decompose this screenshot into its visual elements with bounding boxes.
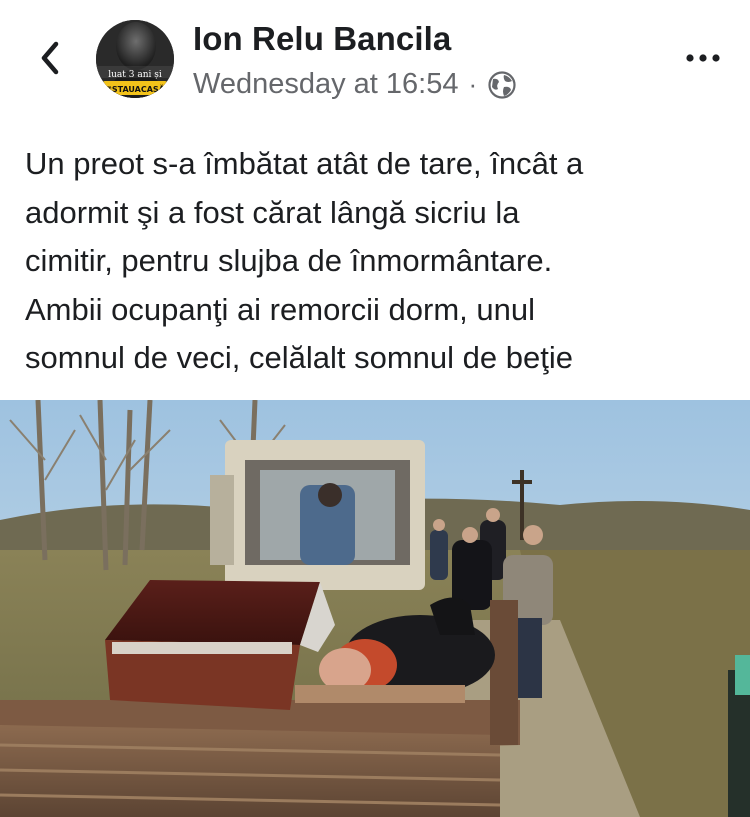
post-text-line: Un preot s-a îmbătat atât de tare, încât… [25,146,584,181]
more-options-button[interactable] [678,38,728,78]
post-text-line: cimitir, pentru slujba de înmormântare. [25,243,553,278]
avatar-caption-bottom: #STAUACASĂ [105,83,166,94]
post-meta: Wednesday at 16:54 · [193,68,517,101]
photo-illustration [0,400,750,817]
meta-separator: · [468,69,478,99]
chevron-left-icon [41,41,59,75]
post-timestamp[interactable]: Wednesday at 16:54 [193,68,459,101]
avatar-image: luat 3 ani și #STAUACASĂ [96,20,174,98]
more-horizontal-icon [686,54,720,62]
post-text-line: adormit şi a fost cărat lângă sicriu la [25,194,520,230]
post-text-line: Ambii ocupanţi ai remorcii dorm, unul [25,291,535,327]
globe-icon[interactable] [487,70,517,100]
post-text-line: somnul de veci, celălalt somnul de beţie [25,340,573,375]
author-name[interactable]: Ion Relu Bancila [193,20,451,58]
post-text: Un preot s-a îmbătat atât de tare, încât… [25,140,740,383]
avatar[interactable]: luat 3 ani și #STAUACASĂ [96,20,174,98]
back-button[interactable] [30,36,70,80]
avatar-caption-top: luat 3 ani și [108,70,162,80]
post-header: luat 3 ani și #STAUACASĂ Ion Relu Bancil… [0,0,750,120]
post-photo[interactable] [0,400,750,817]
